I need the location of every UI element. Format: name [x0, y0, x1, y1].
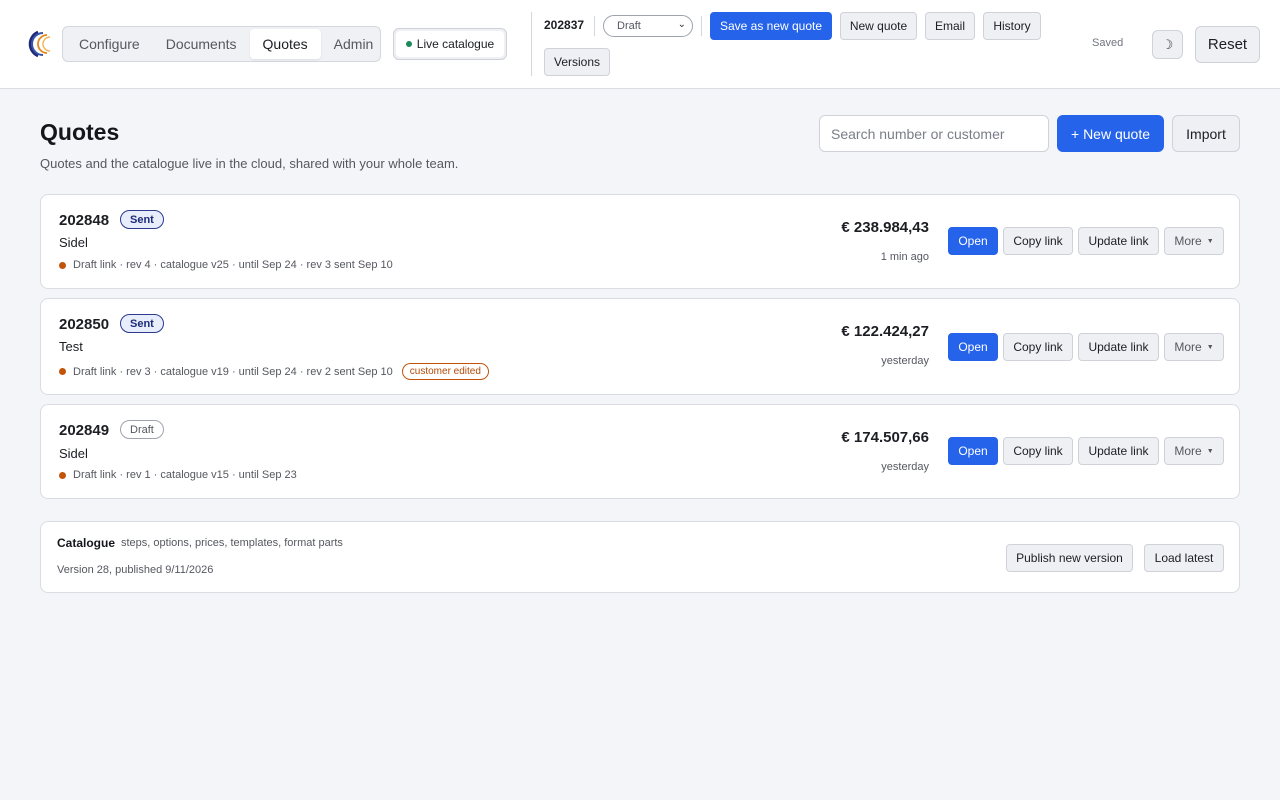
catalogue-version: Version 28, published 9/11/2026 [57, 564, 214, 576]
main-nav: Configure Documents Quotes Admin [62, 26, 381, 62]
quote-amount: € 122.424,27 [841, 323, 929, 340]
status-badge: Sent [120, 210, 164, 229]
copy-link-button[interactable]: Copy link [1003, 227, 1073, 255]
add-quote-button[interactable]: + New quote [1057, 115, 1164, 152]
link-status-dot-icon [59, 261, 66, 269]
copy-link-button[interactable]: Copy link [1003, 437, 1073, 465]
link-status-dot-icon [59, 471, 66, 479]
quote-meta: Draft link · rev 3 · catalogue v19 · unt… [59, 363, 489, 380]
more-label: More [1174, 234, 1202, 248]
quote-number: 202850 [59, 316, 110, 333]
quote-number: 202849 [59, 422, 110, 439]
quote-amount: € 238.984,43 [841, 219, 929, 236]
copy-link-button[interactable]: Copy link [1003, 333, 1073, 361]
open-quote-button[interactable]: Open [948, 227, 998, 255]
status-badge: Sent [120, 314, 164, 333]
load-latest-button[interactable]: Load latest [1144, 544, 1224, 572]
update-link-button[interactable]: Update link [1078, 227, 1159, 255]
history-button[interactable]: History [983, 12, 1041, 40]
more-menu-button[interactable]: More ▼ [1164, 333, 1224, 361]
top-bar: Configure Documents Quotes Admin Live ca… [0, 0, 1280, 89]
live-catalogue-button[interactable]: Live catalogue [396, 31, 504, 57]
theme-toggle-moon-icon[interactable]: ☽ [1152, 30, 1183, 59]
quote-card: 202848 Sent Sidel Draft link · rev 4 · c… [40, 194, 1240, 289]
more-menu-button[interactable]: More ▼ [1164, 227, 1224, 255]
catalogue-description: steps, options, prices, templates, forma… [121, 537, 343, 549]
current-quote-number: 202837 [544, 18, 585, 32]
quote-meta-text: Draft link · rev 1 · catalogue v15 · unt… [73, 469, 297, 481]
quote-card: 202850 Sent Test Draft link · rev 3 · ca… [40, 298, 1240, 395]
more-label: More [1174, 340, 1202, 354]
versions-button[interactable]: Versions [544, 48, 610, 76]
chevron-down-icon: ⌄ [677, 19, 686, 30]
quote-updated: yesterday [881, 355, 929, 367]
quote-meta-text: Draft link · rev 3 · catalogue v19 · unt… [73, 365, 393, 378]
divider [594, 16, 595, 36]
update-link-button[interactable]: Update link [1078, 333, 1159, 361]
tab-documents[interactable]: Documents [153, 29, 250, 59]
link-status-dot-icon [59, 368, 66, 375]
quote-updated: 1 min ago [880, 251, 929, 263]
quote-updated: yesterday [881, 461, 929, 473]
quote-number: 202848 [59, 212, 110, 229]
more-label: More [1174, 444, 1202, 458]
tab-quotes[interactable]: Quotes [249, 29, 321, 59]
caret-down-icon: ▼ [1206, 447, 1214, 455]
status-badge: Draft [120, 420, 164, 439]
page-title: Quotes [40, 119, 120, 145]
live-catalogue-label: Live catalogue [416, 37, 495, 51]
app-logo-icon [28, 30, 51, 58]
open-quote-button[interactable]: Open [948, 437, 998, 465]
tab-admin[interactable]: Admin [321, 29, 387, 59]
save-as-new-quote-button[interactable]: Save as new quote [710, 12, 832, 40]
publish-version-button[interactable]: Publish new version [1006, 544, 1133, 572]
live-catalogue-toggle[interactable]: Live catalogue [393, 28, 507, 60]
quote-status-select[interactable]: Draft ⌄ [603, 15, 693, 37]
quote-meta: Draft link · rev 1 · catalogue v15 · unt… [59, 469, 297, 481]
new-quote-toolbar-button[interactable]: New quote [840, 12, 917, 40]
quote-customer: Sidel [59, 235, 88, 250]
catalogue-title: Catalogue [57, 536, 116, 550]
quote-card: 202849 Draft Sidel Draft link · rev 1 · … [40, 404, 1240, 499]
page-subtitle: Quotes and the catalogue live in the clo… [40, 156, 459, 171]
import-button[interactable]: Import [1172, 115, 1240, 152]
quote-meta: Draft link · rev 4 · catalogue v25 · unt… [59, 259, 393, 271]
live-status-dot-icon [405, 41, 412, 47]
quote-customer: Test [59, 339, 83, 354]
tab-configure[interactable]: Configure [66, 29, 153, 59]
open-quote-button[interactable]: Open [948, 333, 998, 361]
caret-down-icon: ▼ [1206, 237, 1214, 245]
quote-meta-text: Draft link · rev 4 · catalogue v25 · unt… [73, 259, 393, 271]
quote-amount: € 174.507,66 [841, 429, 929, 446]
divider [531, 12, 532, 76]
reset-button[interactable]: Reset [1195, 26, 1260, 63]
quote-status-value: Draft [617, 20, 641, 32]
caret-down-icon: ▼ [1206, 343, 1214, 351]
divider [701, 16, 702, 36]
update-link-button[interactable]: Update link [1078, 437, 1159, 465]
catalogue-panel: Catalogue steps, options, prices, templa… [40, 521, 1240, 593]
quote-customer: Sidel [59, 446, 88, 461]
more-menu-button[interactable]: More ▼ [1164, 437, 1224, 465]
save-status: Saved [1092, 37, 1124, 49]
search-input[interactable] [819, 115, 1049, 152]
customer-edited-badge: customer edited [401, 363, 489, 380]
email-button[interactable]: Email [925, 12, 975, 40]
